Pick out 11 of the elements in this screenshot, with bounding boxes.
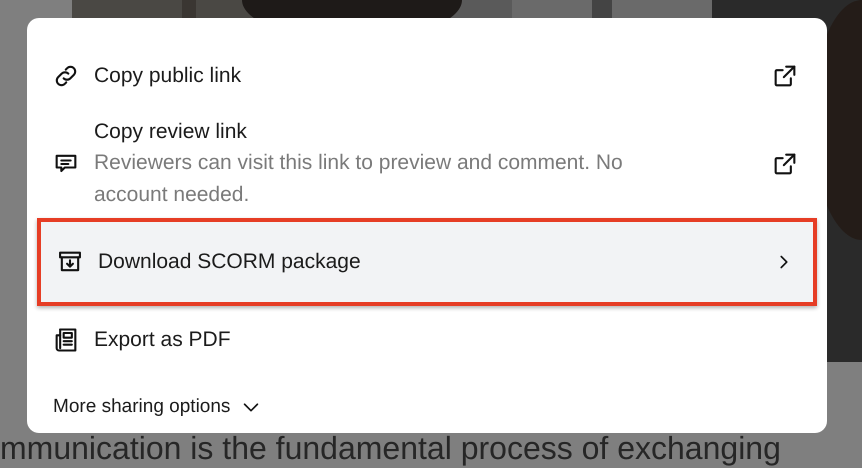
menu-item[interactable]: Copy review link Reviewers can visit this link to preview and comment. No account needed. [33,110,821,218]
menu-item[interactable]: Export as PDF [33,306,821,374]
item-description: Reviewers can visit this link to preview and comment. No account needed. [94,150,624,208]
item-label: Copy review link [94,119,248,145]
item-label: Copy public link [94,63,242,89]
item-label: Download SCORM package [98,249,362,275]
article-text: mmunication is the fundamental process of exchanging [0,429,782,468]
menu-item[interactable]: Download SCORM package [37,218,817,306]
item-label: Export as PDF [94,327,232,353]
menu-item[interactable]: Copy public link [33,42,821,110]
more-options-button[interactable]: More sharing options [53,396,262,418]
